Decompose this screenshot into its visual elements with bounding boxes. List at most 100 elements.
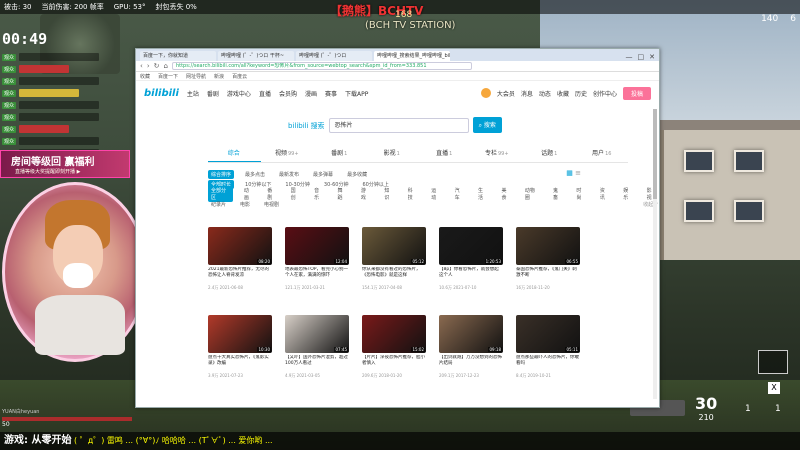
favorite-item[interactable]: 收藏: [140, 73, 150, 80]
minimize-icon[interactable]: —: [626, 53, 633, 61]
video-thumbnail[interactable]: 06:55: [516, 227, 580, 265]
user-menu-item[interactable]: 历史: [575, 89, 587, 98]
promo-banner[interactable]: 房间等级回 赢福利 直播等级大奖提醒即刻开播 ▶: [0, 150, 130, 178]
result-type-tab[interactable]: 专栏99+: [471, 148, 524, 162]
grid-view-icon[interactable]: ▦: [566, 169, 573, 177]
filter-option[interactable]: 时尚: [573, 186, 588, 202]
filter-option[interactable]: 鬼畜: [550, 186, 565, 202]
video-card[interactable]: 09:18 【出剑就跑】万万没想到的恐怖片结局 209.1万 2017-12-23: [439, 315, 503, 395]
video-card[interactable]: 05:11 盘点那些最吓人的恐怖片，你敢看吗 8.4万 2019-10-21: [516, 315, 580, 395]
browser-tab[interactable]: 哔哩哔哩 (゜-゜)つロ: [296, 51, 372, 61]
video-card[interactable]: 1:20:53 【8p】你看恐怖片，就会想起这个人 10.6万 2021-07-10: [439, 227, 503, 307]
video-card[interactable]: 12:04 地表最恐怖TOP，看完小心别一个人在家，满满的惊吓 121.1万 202…: [285, 227, 349, 307]
browser-tab-active[interactable]: 哔哩哔哩_搜索结果_哔哩哔哩_bilibili: [374, 51, 450, 61]
list-view-icon[interactable]: ≡: [575, 169, 581, 177]
submit-button[interactable]: 投稿: [622, 86, 651, 100]
filter-option[interactable]: 运动: [428, 186, 443, 202]
video-thumbnail[interactable]: 05:11: [516, 315, 580, 353]
maximize-icon[interactable]: □: [638, 53, 645, 61]
filter-option[interactable]: 科技: [405, 186, 420, 202]
search-input[interactable]: 恐怖片: [328, 117, 469, 133]
close-icon[interactable]: ✕: [649, 53, 655, 61]
filter-option[interactable]: 游戏: [358, 186, 373, 202]
filter-option[interactable]: 电视剧: [261, 200, 282, 209]
avatar[interactable]: [480, 88, 491, 98]
nav-item[interactable]: 游戏中心: [227, 89, 251, 98]
video-title[interactable]: 【出剑就跑】万万没想到的恐怖片结局: [439, 355, 503, 373]
back-icon[interactable]: ‹: [140, 62, 143, 70]
video-card[interactable]: 10:30 盘点十大真实恐怖片，《鬼影实录》改编 3.9万 2021-07-23: [208, 315, 272, 395]
video-thumbnail[interactable]: 15:02: [362, 315, 426, 353]
result-type-tab[interactable]: 话题1: [523, 148, 576, 162]
nav-item[interactable]: 主站: [187, 89, 199, 98]
browser-tab[interactable]: 哔哩哔哩 (゜-゜)つロ 干杯~: [218, 51, 294, 61]
url-input[interactable]: https://search.bilibili.com/all?keyword=…: [171, 62, 472, 70]
result-type-tab[interactable]: 视频99+: [261, 148, 314, 162]
filter-option[interactable]: 电影: [237, 200, 253, 209]
scrollbar-thumb[interactable]: [653, 109, 657, 199]
home-icon[interactable]: ⌂: [164, 62, 168, 70]
filter-option[interactable]: 音乐: [311, 186, 326, 202]
result-type-tab[interactable]: 用户16: [576, 148, 629, 162]
nav-item[interactable]: 下载APP: [345, 89, 368, 98]
video-title[interactable]: 【又吓】国外恐怖片混剪，超过100万人看过: [285, 355, 349, 373]
user-menu-item[interactable]: 创作中心: [593, 89, 617, 98]
video-card[interactable]: 07:45 【又吓】国外恐怖片混剪，超过100万人看过 4.9万 2021-03-0…: [285, 315, 349, 395]
filter-option[interactable]: 资讯: [597, 186, 612, 202]
search-button[interactable]: ⌕ 搜索: [472, 117, 502, 133]
favorite-item[interactable]: 百度一下: [158, 73, 178, 80]
view-toggle[interactable]: ▦ ≡: [566, 169, 581, 177]
video-card[interactable]: 06:55 泰国恐怖片推荐，《鬼门关》刺激不断 16万 2018-11-20: [516, 227, 580, 307]
video-thumbnail[interactable]: 12:04: [285, 227, 349, 265]
user-menu-item[interactable]: 大会员: [497, 89, 515, 98]
user-menu-item[interactable]: 动态: [539, 89, 551, 98]
page-scrollbar[interactable]: [653, 109, 657, 399]
video-thumbnail[interactable]: 07:45: [285, 315, 349, 353]
video-title[interactable]: 【片片】深夜恐怖片推荐，胆小者慎入: [362, 355, 426, 373]
filter-option[interactable]: 动物圈: [522, 186, 542, 202]
filter-option[interactable]: 知识: [381, 186, 396, 202]
filter-option[interactable]: 汽车: [452, 186, 467, 202]
video-thumbnail[interactable]: 08:20: [208, 227, 272, 265]
browser-tab[interactable]: 百度一下，你就知道: [140, 51, 216, 61]
filter-option[interactable]: 国创: [288, 186, 303, 202]
result-type-tab[interactable]: 直播1: [418, 148, 471, 162]
filter-option[interactable]: 娱乐: [620, 186, 635, 202]
bilibili-logo[interactable]: bilibili: [144, 88, 179, 99]
video-title[interactable]: 盘点十大真实恐怖片，《鬼影实录》改编: [208, 355, 272, 373]
favorite-item[interactable]: 百度云: [232, 73, 247, 80]
video-title[interactable]: 2021最新恐怖片推荐，无尽的恐怖让人脊背发凉: [208, 267, 272, 285]
video-card[interactable]: 15:02 【片片】深夜恐怖片推荐，胆小者慎入 209.6万 2018-01-20: [362, 315, 426, 395]
video-title[interactable]: 【8p】你看恐怖片，就会想起这个人: [439, 267, 503, 285]
video-thumbnail[interactable]: 09:18: [439, 315, 503, 353]
filter-option[interactable]: 纪录片: [208, 200, 229, 209]
nav-item[interactable]: 会员购: [279, 89, 297, 98]
video-thumbnail[interactable]: 1:20:53: [439, 227, 503, 265]
filter-option[interactable]: 美食: [498, 186, 513, 202]
video-title[interactable]: 地表最恐怖TOP，看完小心别一个人在家，满满的惊吓: [285, 267, 349, 285]
user-menu-item[interactable]: 收藏: [557, 89, 569, 98]
video-thumbnail[interactable]: 10:30: [208, 315, 272, 353]
result-type-tab[interactable]: 番剧1: [313, 148, 366, 162]
nav-item[interactable]: 直播: [259, 89, 271, 98]
user-menu-item[interactable]: 消息: [521, 89, 533, 98]
favorite-item[interactable]: 网址导航: [186, 73, 206, 80]
filter-option[interactable]: 最多点击: [242, 170, 268, 179]
result-type-tab[interactable]: 影视1: [366, 148, 419, 162]
filter-option[interactable]: 最多弹幕: [310, 170, 336, 179]
filter-option[interactable]: 舞蹈: [335, 186, 350, 202]
nav-item[interactable]: 漫画: [305, 89, 317, 98]
filter-option[interactable]: 最多收藏: [344, 170, 370, 179]
filter-option[interactable]: 综合排序: [208, 169, 235, 179]
nav-item[interactable]: 赛事: [325, 89, 337, 98]
filter-option[interactable]: 生活: [475, 186, 490, 202]
video-card[interactable]: 08:20 2021最新恐怖片推荐，无尽的恐怖让人脊背发凉 2.4万 2021-06…: [208, 227, 272, 307]
video-title[interactable]: 盘点那些最吓人的恐怖片，你敢看吗: [516, 355, 580, 373]
video-title[interactable]: 你从来都没有看过的恐怖片，《恐怖电影》就是这样: [362, 267, 426, 285]
favorite-item[interactable]: 新浪: [214, 73, 224, 80]
forward-icon[interactable]: ›: [147, 62, 150, 70]
filter-option[interactable]: 最新发布: [276, 170, 302, 179]
video-title[interactable]: 泰国恐怖片推荐，《鬼门关》刺激不断: [516, 267, 580, 285]
result-type-tab[interactable]: 综合: [208, 148, 261, 162]
nav-item[interactable]: 番剧: [207, 89, 219, 98]
